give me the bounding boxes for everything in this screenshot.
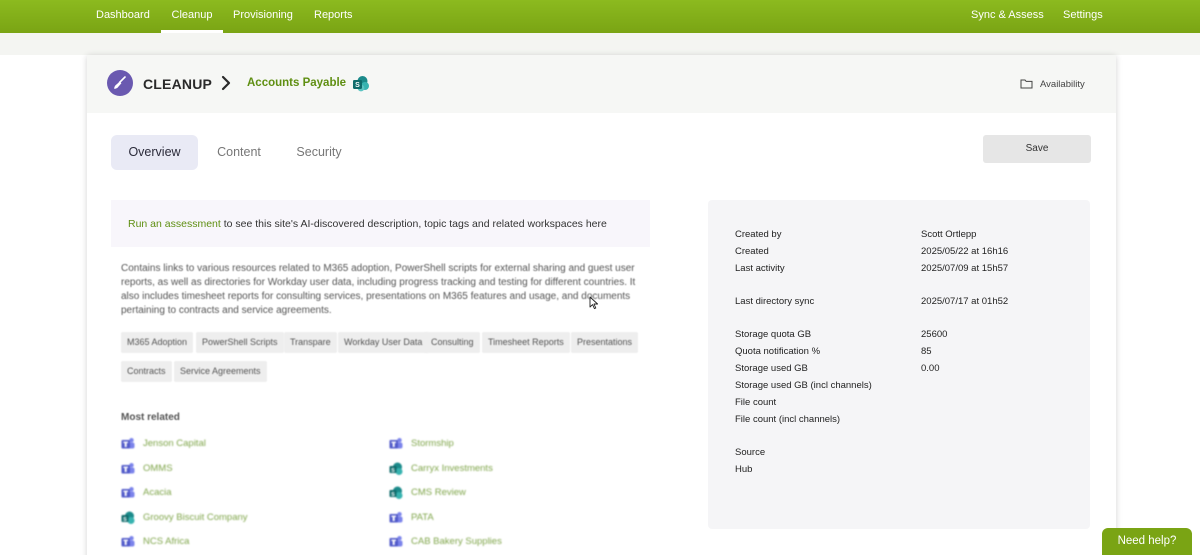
svg-text:S: S	[123, 517, 127, 523]
nav-sync-assess[interactable]: Sync & Assess	[971, 0, 1044, 33]
sharepoint-icon: S	[121, 511, 135, 524]
file-count-label: File count	[735, 397, 777, 408]
need-help-button[interactable]: Need help?	[1102, 528, 1192, 555]
quota-notification-label: Quota notification %	[735, 346, 821, 357]
tag-chip: Transpare	[284, 332, 337, 353]
site-description: Contains links to various resources rela…	[121, 263, 636, 316]
nav-reports[interactable]: Reports	[314, 0, 353, 33]
nav-dashboard[interactable]: Dashboard	[96, 0, 150, 33]
storage-quota-label: Storage quota GB	[735, 329, 812, 340]
site-detail-card: CLEANUP Accounts Payable S Availability …	[87, 55, 1116, 555]
tag-chip: PowerShell Scripts	[196, 332, 284, 353]
storage-quota-value: 25600	[921, 329, 948, 340]
save-button[interactable]: Save	[983, 135, 1091, 163]
assessment-message: Run an assessment to see this site's AI-…	[128, 218, 607, 230]
nav-cleanup[interactable]: Cleanup	[161, 0, 223, 33]
created-label: Created	[735, 246, 769, 257]
sharepoint-icon: S	[389, 462, 403, 475]
tag-chip: Service Agreements	[174, 361, 267, 382]
tag-chip: M365 Adoption	[121, 332, 194, 353]
storage-used-channels-label: Storage used GB (incl channels)	[735, 380, 872, 391]
hub-label: Hub	[735, 464, 753, 475]
tag-chip: Workday User Data	[338, 332, 429, 353]
tab-overview[interactable]: Overview	[111, 135, 198, 170]
breadcrumb-site-name[interactable]: Accounts Payable	[247, 77, 346, 89]
created-value: 2025/05/22 at 16h16	[921, 246, 1009, 257]
svg-text:S: S	[391, 468, 395, 474]
nav-provisioning[interactable]: Provisioning	[233, 0, 293, 33]
teams-icon	[121, 487, 135, 498]
teams-icon	[389, 536, 403, 547]
top-navigation-bar: Dashboard Cleanup Provisioning Reports S…	[0, 0, 1200, 33]
run-assessment-link[interactable]: Run an assessment	[128, 218, 221, 230]
tag-chip: Consulting	[425, 332, 480, 353]
broom-icon	[107, 70, 133, 96]
teams-icon	[121, 536, 135, 547]
svg-text:S: S	[355, 82, 360, 89]
teams-icon	[121, 438, 135, 449]
folder-icon[interactable]	[1020, 78, 1033, 92]
most-related-heading: Most related	[121, 412, 180, 423]
last-activity-value: 2025/07/09 at 15h57	[921, 263, 1009, 274]
source-label: Source	[735, 447, 766, 458]
chevron-right-icon	[220, 75, 232, 94]
last-directory-sync-label: Last directory sync	[735, 296, 815, 307]
card-header: CLEANUP Accounts Payable S Availability	[87, 55, 1116, 113]
tag-chip: Timesheet Reports	[482, 332, 570, 353]
created-by-label: Created by	[735, 229, 782, 240]
tag-chip: Presentations	[571, 332, 639, 353]
quota-notification-value: 85	[921, 346, 932, 357]
mouse-cursor-icon	[589, 296, 599, 313]
file-count-channels-label: File count (incl channels)	[735, 414, 841, 425]
created-by-value: Scott Ortlepp	[921, 229, 977, 240]
storage-used-label: Storage used GB	[735, 363, 808, 374]
tag-chip: Contracts	[121, 361, 172, 382]
availability-link[interactable]: Availability	[1040, 79, 1085, 90]
page-title: CLEANUP	[143, 76, 213, 92]
teams-icon	[389, 438, 403, 449]
sharepoint-icon: S	[389, 486, 403, 499]
last-directory-sync-value: 2025/07/17 at 01h52	[921, 296, 1009, 307]
teams-icon	[389, 512, 403, 523]
svg-text:S: S	[391, 492, 395, 498]
assessment-banner: Run an assessment to see this site's AI-…	[111, 200, 650, 247]
tab-content[interactable]: Content	[205, 135, 273, 170]
site-details-panel: Created by Scott Ortlepp Created 2025/05…	[708, 200, 1090, 529]
storage-used-value: 0.00	[921, 363, 940, 374]
tab-security[interactable]: Security	[283, 135, 355, 170]
last-activity-label: Last activity	[735, 263, 785, 274]
page-background-band	[0, 33, 1200, 55]
nav-settings[interactable]: Settings	[1063, 0, 1103, 33]
sharepoint-icon: S	[352, 75, 370, 96]
teams-icon	[121, 463, 135, 474]
assessment-message-text: to see this site's AI-discovered descrip…	[220, 218, 607, 230]
